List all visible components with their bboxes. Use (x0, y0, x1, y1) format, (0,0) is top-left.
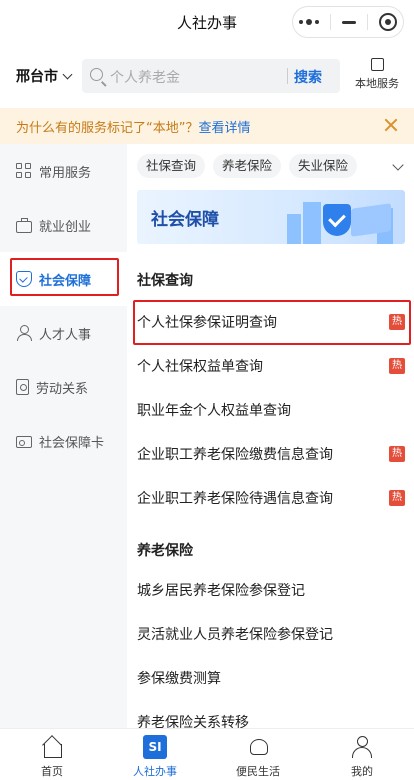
sidebar-item-labor[interactable]: 劳动关系 (0, 360, 127, 414)
mini-program-capsule (292, 6, 404, 38)
search-box[interactable]: 个人养老金 搜索 (82, 59, 340, 93)
home-icon (40, 735, 64, 759)
service-item[interactable]: 企业职工养老保险缴费信息查询 热 (137, 436, 405, 472)
section-title: 社保查询 (137, 273, 193, 289)
banner-title: 社会保障 (151, 210, 219, 230)
nav-label: 首页 (41, 765, 63, 778)
chevron-down-icon[interactable] (392, 159, 404, 171)
more-icon[interactable] (298, 19, 319, 25)
highlight-box-sidebar (10, 258, 119, 296)
search-icon (90, 68, 103, 81)
service-label: 城乡居民养老保险参保登记 (137, 583, 305, 599)
hot-badge: 热 (389, 358, 405, 374)
sidebar-item-label: 常用服务 (39, 165, 92, 181)
nav-home[interactable]: 首页 (12, 735, 92, 779)
search-row: 邢台市 个人养老金 搜索 本地服务 (0, 52, 414, 100)
sidebar: 常用服务 就业创业 社会保障 人才人事 劳动关系 社会保障卡 (0, 144, 127, 728)
nav-label: 便民生活 (236, 765, 280, 778)
service-item[interactable]: 职业年金个人权益单查询 (137, 392, 405, 428)
nav-label: 人社办事 (133, 765, 177, 778)
notice-banner: 为什么有的服务标记了“本地”？查看详情 (0, 108, 414, 144)
si-icon: SI (143, 735, 167, 759)
hot-badge: 热 (389, 446, 405, 462)
sidebar-item-label: 社会保障卡 (39, 435, 105, 451)
category-banner: 社会保障 (137, 190, 405, 244)
highlight-box-service (133, 300, 411, 345)
sidebar-item-talent[interactable]: 人才人事 (0, 306, 127, 360)
nav-profile[interactable]: 我的 (322, 735, 402, 779)
document-icon (16, 379, 29, 395)
person-icon (16, 325, 32, 341)
nav-label: 我的 (351, 765, 373, 778)
tag-bar: 社保查询 养老保险 失业保险 (137, 154, 358, 178)
service-label: 职业年金个人权益单查询 (137, 403, 291, 419)
service-label: 灵活就业人员养老保险参保登记 (137, 627, 333, 643)
tag-chip[interactable]: 失业保险 (289, 154, 358, 178)
local-service-label: 本地服务 (355, 77, 399, 90)
nav-convenience[interactable]: 便民生活 (218, 735, 298, 779)
minimize-icon[interactable] (341, 20, 356, 24)
title-bar: 人社办事 (0, 0, 414, 44)
section-title: 养老保险 (137, 543, 193, 559)
service-item[interactable]: 企业职工养老保险待遇信息查询 热 (137, 480, 405, 516)
search-divider (287, 68, 288, 84)
local-service-button[interactable]: 本地服务 (352, 58, 402, 91)
service-item[interactable]: 城乡居民养老保险参保登记 (137, 572, 405, 608)
search-input[interactable]: 个人养老金 (110, 67, 180, 87)
notice-text: 为什么有的服务标记了“本地”？ (16, 121, 199, 136)
sidebar-item-common[interactable]: 常用服务 (0, 144, 127, 198)
shield-illustration-icon (323, 204, 351, 236)
sidebar-item-si-card[interactable]: 社会保障卡 (0, 414, 127, 468)
service-label: 养老保险关系转移 (137, 715, 249, 728)
service-item[interactable]: 参保缴费测算 (137, 660, 405, 696)
checkbox-icon (370, 58, 384, 71)
sidebar-item-label: 人才人事 (39, 327, 92, 343)
notice-link[interactable]: 查看详情 (198, 121, 250, 136)
service-label: 企业职工养老保险缴费信息查询 (137, 447, 333, 463)
nav-hr-services[interactable]: SI 人社办事 (115, 735, 195, 779)
card-illustration-icon (351, 203, 391, 237)
bottom-nav: 首页 SI 人社办事 便民生活 我的 (0, 728, 414, 780)
close-icon[interactable] (384, 118, 398, 132)
card-icon (16, 436, 32, 448)
service-item[interactable]: 个人社保权益单查询 热 (137, 348, 405, 384)
service-label: 个人社保权益单查询 (137, 359, 263, 375)
chevron-down-icon (62, 69, 73, 79)
grid-icon (16, 163, 32, 179)
sidebar-item-employment[interactable]: 就业创业 (0, 198, 127, 252)
building-shape (303, 202, 321, 244)
profile-icon (350, 735, 374, 759)
capsule-divider (367, 14, 369, 30)
city-selector[interactable]: 邢台市 (16, 66, 73, 86)
sidebar-item-label: 劳动关系 (36, 381, 89, 397)
sidebar-item-label: 就业创业 (39, 219, 92, 235)
service-item[interactable]: 灵活就业人员养老保险参保登记 (137, 616, 405, 652)
service-item[interactable]: 养老保险关系转移 (137, 704, 405, 728)
main-content: 社保查询 养老保险 失业保险 社会保障 社保查询 个人社保参保证明查询 热 个人… (127, 144, 414, 728)
tag-chip[interactable]: 养老保险 (213, 154, 282, 178)
service-label: 参保缴费测算 (137, 671, 221, 687)
service-label: 企业职工养老保险待遇信息查询 (137, 491, 333, 507)
close-app-icon[interactable] (379, 13, 398, 31)
notice-text-wrap: 为什么有的服务标记了“本地”？查看详情 (16, 117, 251, 136)
handshake-icon (246, 735, 270, 759)
search-button[interactable]: 搜索 (294, 67, 322, 87)
city-label: 邢台市 (16, 69, 58, 85)
tag-chip[interactable]: 社保查询 (137, 154, 206, 178)
building-shape (287, 214, 301, 244)
capsule-divider (329, 14, 331, 30)
hot-badge: 热 (389, 490, 405, 506)
briefcase-icon (16, 217, 32, 233)
